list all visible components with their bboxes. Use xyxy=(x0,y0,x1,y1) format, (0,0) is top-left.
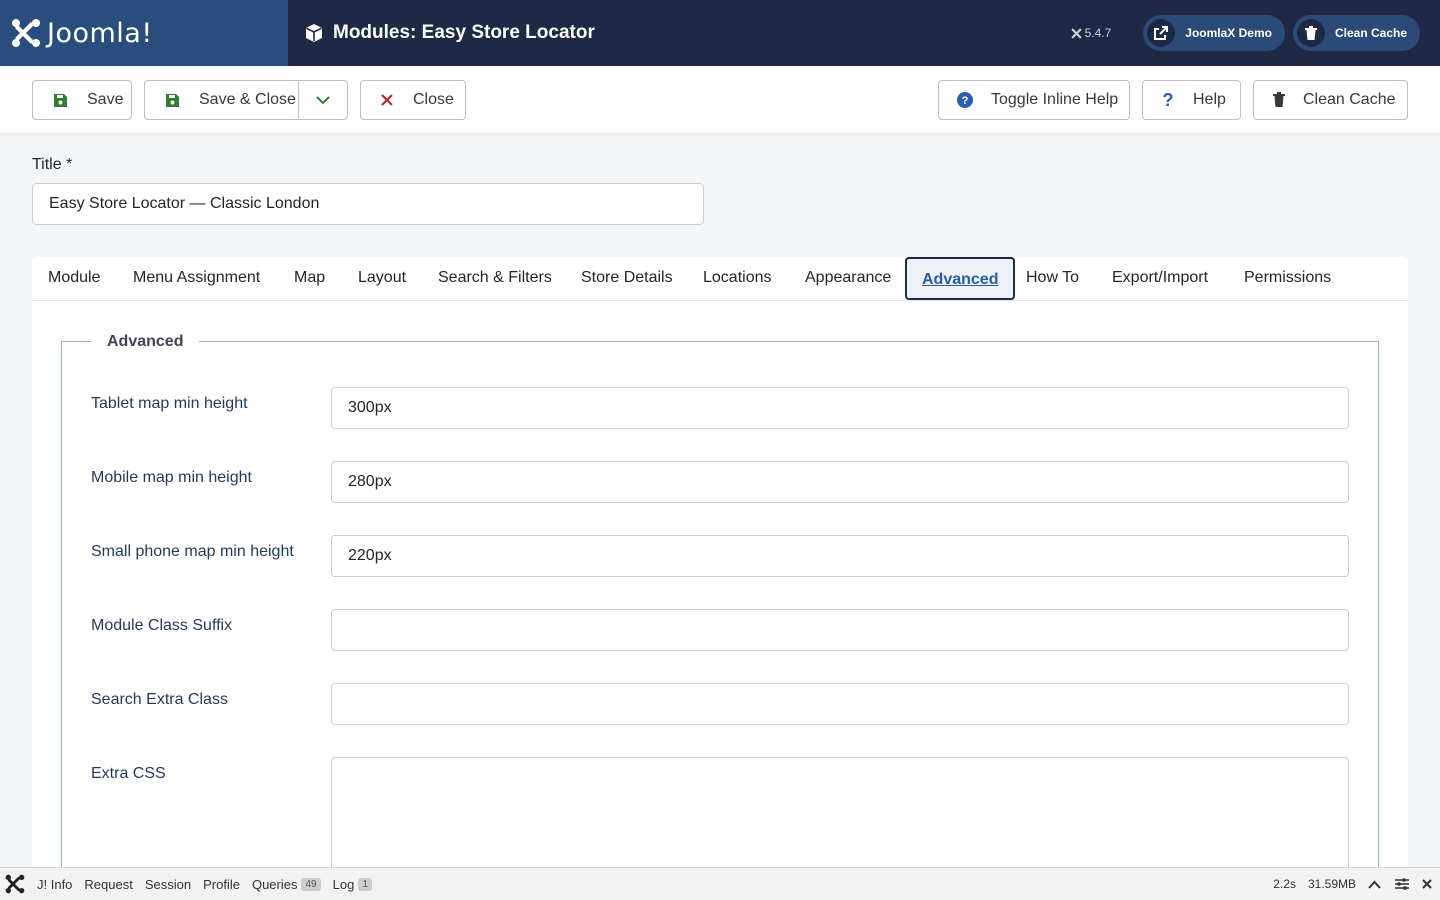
save-label: Save xyxy=(87,91,124,108)
tab-advanced[interactable]: Advanced xyxy=(905,257,1016,300)
brand-name: Joomla! xyxy=(47,17,153,49)
tab-list: Module Menu Assignment Map Layout Search… xyxy=(32,257,1408,301)
advanced-fieldset: Advanced Tablet map min height 300px Mob… xyxy=(61,333,1379,900)
fieldset-legend: Advanced xyxy=(91,333,200,351)
toggle-inline-help-label: Toggle Inline Help xyxy=(991,91,1119,108)
tab-permissions[interactable]: Permissions xyxy=(1244,257,1331,300)
tab-panel: Module Menu Assignment Map Layout Search… xyxy=(32,257,1408,900)
debug-memory: 31.59MB xyxy=(1307,877,1356,891)
joomla-debug-icon[interactable] xyxy=(5,874,25,894)
joomla-small-icon xyxy=(1070,27,1082,39)
title-value: Easy Store Locator — Classic London xyxy=(49,195,320,212)
page-title: Modules: Easy Store Locator xyxy=(304,22,595,44)
close-debug-icon[interactable] xyxy=(1422,879,1432,889)
log-label: Log xyxy=(332,876,355,892)
tab-map[interactable]: Map xyxy=(294,257,325,300)
version-text: 5.4.7 xyxy=(1084,26,1112,40)
title-input[interactable]: Easy Store Locator — Classic London xyxy=(32,183,704,225)
tab-export-import[interactable]: Export/Import xyxy=(1112,257,1208,300)
trash-icon xyxy=(1304,25,1317,40)
debug-profile-tab[interactable]: Profile xyxy=(203,877,240,892)
tab-layout[interactable]: Layout xyxy=(358,257,406,300)
save-options-dropdown[interactable] xyxy=(299,81,347,119)
sliders-icon[interactable] xyxy=(1395,878,1409,890)
mobile-map-min-height-value: 280px xyxy=(348,473,392,490)
tab-how-to[interactable]: How To xyxy=(1026,257,1079,300)
tab-search-filters[interactable]: Search & Filters xyxy=(438,257,552,300)
brand[interactable]: Joomla! xyxy=(0,0,288,66)
module-class-suffix-label: Module Class Suffix xyxy=(91,617,233,634)
search-extra-class-label: Search Extra Class xyxy=(91,691,228,708)
clean-cache-label: Clean Cache xyxy=(1303,91,1396,108)
clean-cache-button[interactable]: Clean Cache xyxy=(1253,80,1408,120)
header: Joomla! Modules: Easy Store Locator 5.4.… xyxy=(0,0,1440,66)
tab-locations[interactable]: Locations xyxy=(703,257,772,300)
tab-store-details[interactable]: Store Details xyxy=(581,257,673,300)
title-label: Title * xyxy=(32,156,73,173)
save-icon xyxy=(33,93,87,108)
mobile-map-min-height-label: Mobile map min height xyxy=(91,469,252,486)
module-class-suffix-input[interactable] xyxy=(331,609,1349,651)
header-clean-cache-button[interactable]: Clean Cache xyxy=(1292,15,1420,51)
mobile-map-min-height-input[interactable]: 280px xyxy=(331,461,1349,503)
question-circle-icon: ? xyxy=(939,92,991,108)
question-icon: ? xyxy=(1162,89,1174,110)
debug-bar: J! Info Request Session Profile Queries … xyxy=(0,867,1440,900)
debug-log-tab[interactable]: Log 1 xyxy=(333,877,372,892)
joomla-logo-icon xyxy=(12,19,40,47)
tab-appearance[interactable]: Appearance xyxy=(805,257,891,300)
demo-site-button[interactable]: JoomlaX Demo xyxy=(1143,15,1285,51)
small-phone-map-min-height-input[interactable]: 220px xyxy=(331,535,1349,577)
close-button[interactable]: Close xyxy=(360,80,466,120)
toolbar: Save Save & Close Close ? Toggle Inline … xyxy=(0,66,1440,133)
trash-icon xyxy=(1254,92,1303,108)
cube-icon xyxy=(306,24,322,42)
tab-module[interactable]: Module xyxy=(48,257,100,300)
debug-session-tab[interactable]: Session xyxy=(145,877,191,892)
help-button[interactable]: ? Help xyxy=(1142,80,1241,120)
close-label: Close xyxy=(413,91,454,108)
debug-queries-tab[interactable]: Queries 49 xyxy=(252,877,321,892)
queries-count-badge: 49 xyxy=(301,877,321,891)
save-close-button[interactable]: Save & Close xyxy=(145,81,299,119)
tab-menu-assignment[interactable]: Menu Assignment xyxy=(133,257,260,300)
debug-info-tab[interactable]: J! Info xyxy=(37,877,72,892)
chevron-down-icon xyxy=(316,95,330,104)
tablet-map-min-height-input[interactable]: 300px xyxy=(331,387,1349,429)
close-icon xyxy=(361,94,413,106)
save-button[interactable]: Save xyxy=(32,80,132,120)
demo-site-label: JoomlaX Demo xyxy=(1185,26,1272,40)
extra-css-label: Extra CSS xyxy=(91,765,166,782)
small-phone-map-min-height-value: 220px xyxy=(348,547,392,564)
debug-time: 2.2s xyxy=(1273,877,1296,891)
page-title-text: Modules: Easy Store Locator xyxy=(333,22,595,43)
chevron-up-icon[interactable] xyxy=(1368,880,1381,889)
debug-request-tab[interactable]: Request xyxy=(84,877,132,892)
search-extra-class-input[interactable] xyxy=(331,683,1349,725)
tablet-map-min-height-value: 300px xyxy=(348,399,392,416)
small-phone-map-min-height-label: Small phone map min height xyxy=(91,543,294,560)
save-close-group: Save & Close xyxy=(144,80,348,120)
toggle-inline-help-button[interactable]: ? Toggle Inline Help xyxy=(938,80,1130,120)
queries-label: Queries xyxy=(251,876,298,892)
log-count-badge: 1 xyxy=(358,877,372,891)
tablet-map-min-height-label: Tablet map min height xyxy=(91,395,248,412)
version: 5.4.7 xyxy=(1070,26,1112,40)
svg-text:?: ? xyxy=(962,95,969,107)
save-close-label: Save & Close xyxy=(199,91,296,108)
external-link-icon xyxy=(1154,26,1169,40)
help-label: Help xyxy=(1193,91,1226,108)
header-clean-cache-label: Clean Cache xyxy=(1334,26,1407,40)
save-icon xyxy=(145,93,199,108)
